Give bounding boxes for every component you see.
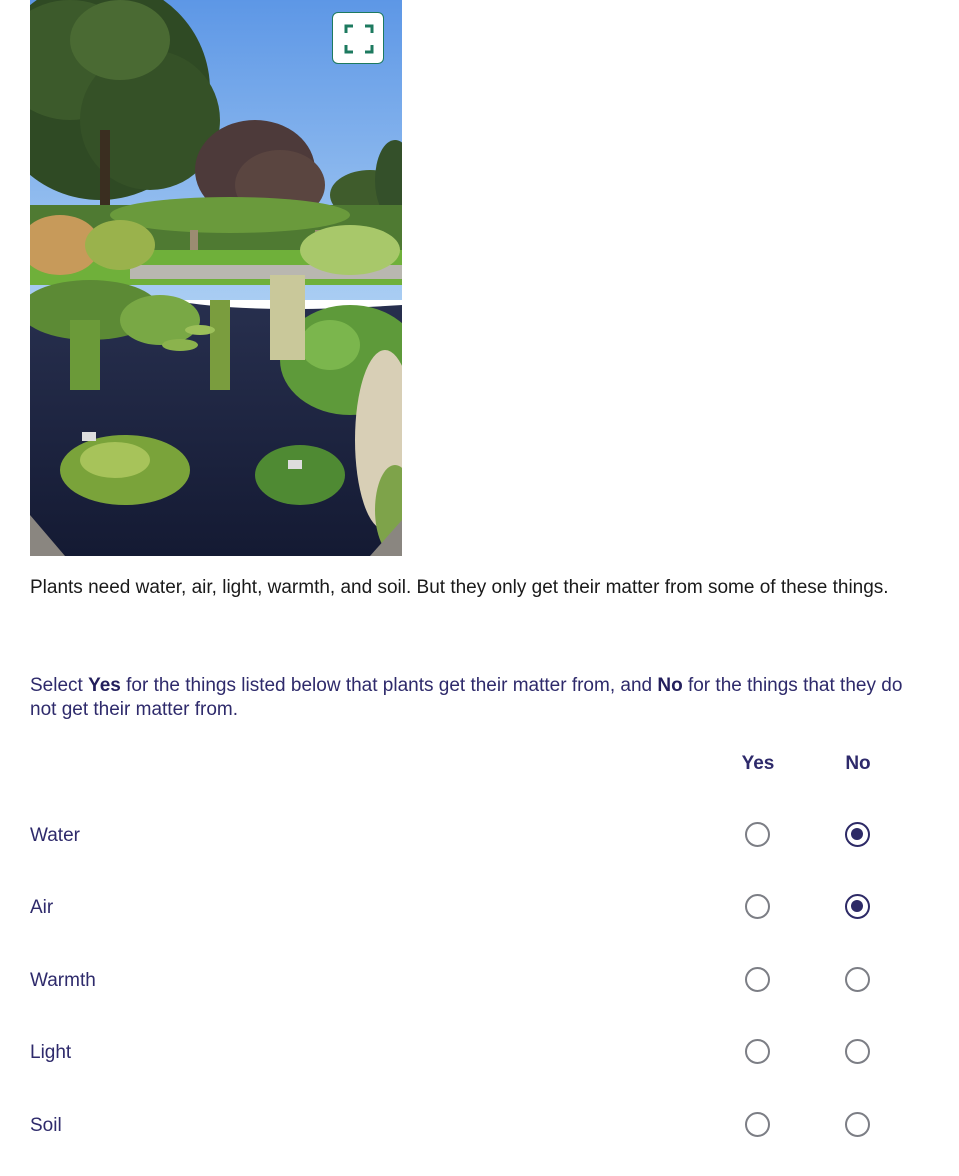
radio-water-yes[interactable] bbox=[745, 822, 770, 847]
instruction-no-word: No bbox=[657, 675, 683, 696]
row-label-warmth: Warmth bbox=[30, 970, 96, 991]
radio-soil-no[interactable] bbox=[845, 1112, 870, 1137]
garden-pond-image bbox=[30, 0, 402, 556]
radio-warmth-yes[interactable] bbox=[745, 967, 770, 992]
row-label-water: Water bbox=[30, 825, 80, 846]
instruction-yes-word: Yes bbox=[88, 675, 121, 696]
expand-fullscreen-icon bbox=[344, 24, 374, 54]
question-intro-text: Plants need water, air, light, warmth, a… bbox=[30, 577, 889, 598]
radio-warmth-no[interactable] bbox=[845, 967, 870, 992]
instruction-prefix: Select bbox=[30, 675, 89, 696]
garden-pond-illustration bbox=[30, 0, 402, 556]
radio-light-no[interactable] bbox=[845, 1039, 870, 1064]
expand-image-button[interactable] bbox=[332, 12, 384, 64]
question-instruction: Select Yes for the things listed below t… bbox=[30, 674, 910, 722]
column-header-yes: Yes bbox=[741, 753, 775, 774]
row-label-soil: Soil bbox=[30, 1115, 62, 1136]
row-label-air: Air bbox=[30, 897, 54, 918]
radio-air-yes[interactable] bbox=[745, 894, 770, 919]
radio-water-no[interactable] bbox=[845, 822, 870, 847]
radio-light-yes[interactable] bbox=[745, 1039, 770, 1064]
column-header-no: No bbox=[845, 753, 871, 774]
radio-soil-yes[interactable] bbox=[745, 1112, 770, 1137]
row-label-light: Light bbox=[30, 1042, 72, 1063]
radio-air-no[interactable] bbox=[845, 894, 870, 919]
instruction-middle: for the things listed below that plants … bbox=[120, 675, 658, 696]
